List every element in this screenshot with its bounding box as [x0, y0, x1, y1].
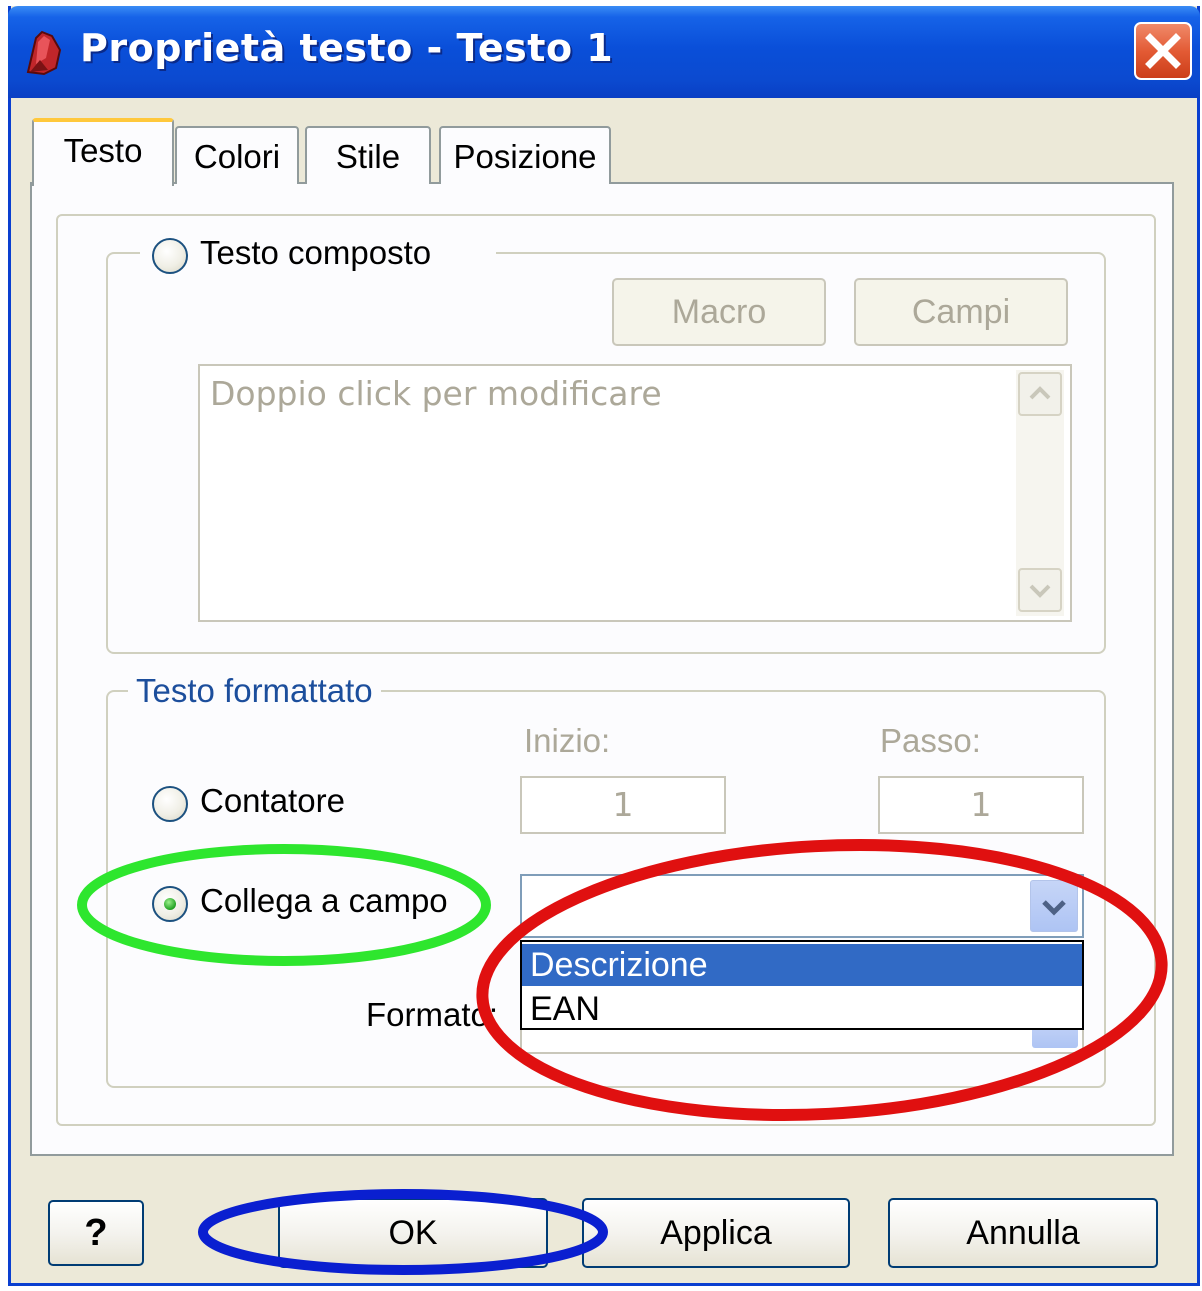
passo-value: 1 [970, 785, 992, 824]
testo-composto-label: Testo composto [200, 234, 432, 271]
collega-radio[interactable] [152, 886, 188, 922]
radio-selected-dot [164, 898, 176, 910]
macro-button[interactable]: Macro [612, 278, 826, 346]
tab-testo-label: Testo [63, 132, 143, 169]
dropdown-option-ean[interactable]: EAN [522, 988, 1082, 1030]
applica-button[interactable]: Applica [582, 1198, 850, 1268]
collega-combobox[interactable] [520, 874, 1084, 938]
contatore-radio[interactable] [152, 786, 188, 822]
inizio-input[interactable]: 1 [520, 776, 726, 834]
scroll-down-button[interactable] [1018, 568, 1062, 612]
collega-label: Collega a campo [200, 882, 448, 919]
campi-button[interactable]: Campi [854, 278, 1068, 346]
dropdown-list: Descrizione EAN [520, 940, 1084, 1030]
tab-stile-label: Stile [335, 138, 401, 175]
tab-colori-label: Colori [193, 138, 281, 175]
tab-colori[interactable]: Colori [175, 126, 299, 184]
inizio-value: 1 [612, 785, 634, 824]
contatore-label: Contatore [200, 782, 345, 819]
formato-label: Formato: [366, 996, 499, 1033]
app-icon [22, 28, 66, 78]
inizio-label: Inizio: [524, 722, 611, 759]
passo-input[interactable]: 1 [878, 776, 1084, 834]
help-button[interactable]: ? [48, 1200, 144, 1266]
textarea-scrollbar[interactable] [1016, 370, 1064, 616]
passo-label: Passo: [880, 722, 981, 759]
testo-composto-radio[interactable] [152, 238, 188, 274]
tab-testo[interactable]: Testo [32, 118, 174, 186]
chevron-up-icon [1029, 386, 1051, 400]
tab-posizione[interactable]: Posizione [439, 126, 611, 184]
textarea-placeholder: Doppio click per modificare [210, 374, 662, 413]
tab-stile[interactable]: Stile [305, 126, 431, 184]
annulla-button[interactable]: Annulla [888, 1198, 1158, 1268]
ok-button[interactable]: OK [278, 1198, 548, 1268]
window-title: Proprietà testo - Testo 1 [80, 26, 614, 70]
testo-formattato-legend: Testo formattato [128, 672, 381, 710]
tab-posizione-label: Posizione [453, 138, 597, 175]
dropdown-option-descrizione[interactable]: Descrizione [522, 944, 1082, 986]
close-button[interactable] [1134, 22, 1192, 80]
combobox-dropdown-button[interactable] [1030, 880, 1078, 932]
close-icon [1145, 33, 1181, 69]
scroll-up-button[interactable] [1018, 372, 1062, 416]
chevron-down-icon [1029, 584, 1051, 598]
chevron-down-icon [1042, 900, 1066, 916]
